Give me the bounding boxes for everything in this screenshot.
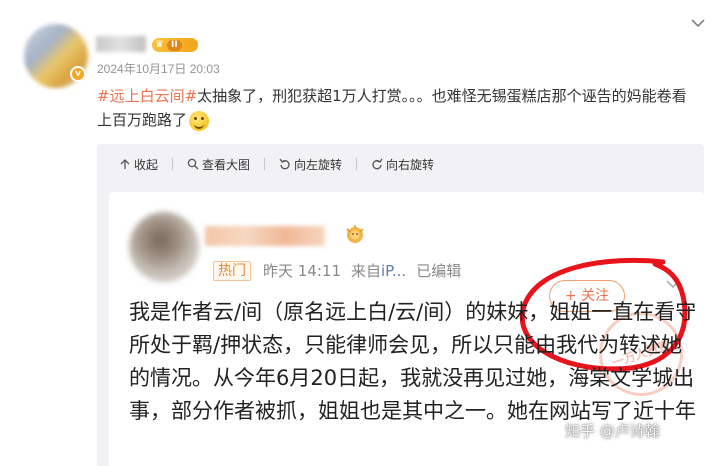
post-text: #远上白云间#太抽象了，刑犯获超1万人打赏。。。也难怪无锡蛋糕店那个诬告的妈能卷… bbox=[97, 84, 697, 132]
verified-badge-icon: v bbox=[70, 66, 86, 82]
post-timestamp[interactable]: 2024年10月17日 20:03 bbox=[97, 60, 220, 77]
quoted-post-meta: 昨天 14:11 来自iP... 已编辑 bbox=[263, 260, 461, 281]
crown-icon: ♛ bbox=[155, 39, 164, 50]
view-large-label: 查看大图 bbox=[202, 157, 251, 172]
quoted-post-time: 昨天 14:11 bbox=[263, 262, 341, 280]
weibo-post: v ♛ II 2024年10月17日 20:03 #远上白云间#太抽象了，刑犯获… bbox=[0, 0, 719, 466]
rotate-left-button[interactable]: 向左旋转 bbox=[279, 156, 342, 173]
collapse-button[interactable]: 收起 bbox=[119, 156, 158, 173]
toolbar-divider bbox=[264, 158, 266, 170]
lion-badge-icon bbox=[343, 224, 367, 244]
smirk-emoji-icon bbox=[189, 110, 210, 131]
rotate-right-icon bbox=[372, 158, 383, 170]
rotate-left-icon bbox=[279, 158, 290, 170]
rotate-left-label: 向左旋转 bbox=[294, 157, 343, 172]
toolbar-divider bbox=[356, 158, 358, 170]
collapse-icon bbox=[120, 159, 130, 169]
collapse-label: 收起 bbox=[134, 157, 159, 172]
image-viewer-panel: 收起 查看大图 向左旋转 向右旋转 热门 昨天 14:11 来自iP... 已编… bbox=[97, 144, 704, 466]
rotate-right-label: 向右旋转 bbox=[386, 157, 435, 172]
zhihu-watermark: 知乎 @卢诗翰 bbox=[565, 422, 660, 440]
quoted-user-name-blurred bbox=[205, 226, 325, 246]
vip-badge[interactable]: ♛ II bbox=[152, 38, 198, 52]
more-options-chevron-icon[interactable] bbox=[690, 18, 706, 28]
vip-level: II bbox=[166, 39, 182, 51]
hot-tag: 热门 bbox=[213, 261, 251, 281]
toolbar-divider bbox=[172, 158, 174, 170]
user-name-blurred[interactable] bbox=[96, 36, 146, 52]
quoted-article-text: 我是作者云/间（原名远上白/云/间）的妹妹，姐姐一直在看守所处于羁/押状态，只能… bbox=[129, 300, 697, 423]
rotate-right-button[interactable]: 向右旋转 bbox=[371, 156, 434, 173]
topic-link[interactable]: #远上白云间# bbox=[97, 87, 197, 105]
view-large-button[interactable]: 查看大图 bbox=[187, 156, 250, 173]
edited-label: 已编辑 bbox=[416, 262, 462, 280]
quoted-user-avatar bbox=[129, 212, 199, 282]
quoted-post-source: 来自iP... bbox=[351, 262, 407, 280]
image-toolbar: 收起 查看大图 向左旋转 向右旋转 bbox=[97, 144, 704, 184]
search-icon bbox=[187, 158, 199, 170]
